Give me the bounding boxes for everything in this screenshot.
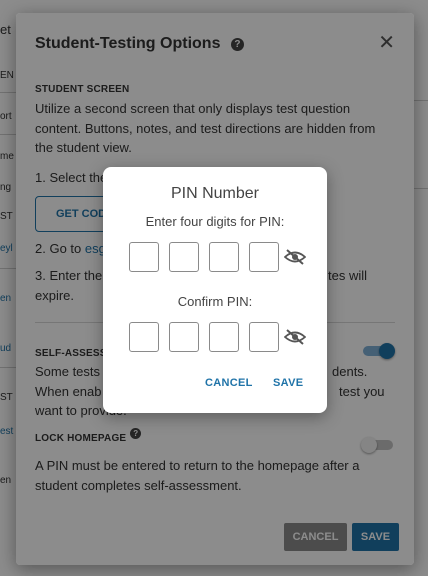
confirm-digit-3[interactable] [209, 322, 239, 352]
pin-digit-4[interactable] [249, 242, 279, 272]
confirm-pin-label: Confirm PIN: [177, 294, 253, 309]
enter-pin-label: Enter four digits for PIN: [145, 214, 285, 229]
confirm-digit-4[interactable] [249, 322, 279, 352]
pin-save-button[interactable]: SAVE [273, 377, 303, 389]
confirm-digit-1[interactable] [129, 322, 159, 352]
confirm-digit-2[interactable] [169, 322, 199, 352]
pin-dialog: PIN Number Enter four digits for PIN: Co… [103, 167, 327, 413]
pin-digit-3[interactable] [209, 242, 239, 272]
pin-cancel-button[interactable]: CANCEL [205, 377, 253, 389]
eye-slash-icon[interactable] [284, 249, 306, 265]
pin-digit-1[interactable] [129, 242, 159, 272]
pin-digit-2[interactable] [169, 242, 199, 272]
eye-slash-icon[interactable] [284, 329, 306, 345]
pin-dialog-title: PIN Number [170, 185, 260, 202]
